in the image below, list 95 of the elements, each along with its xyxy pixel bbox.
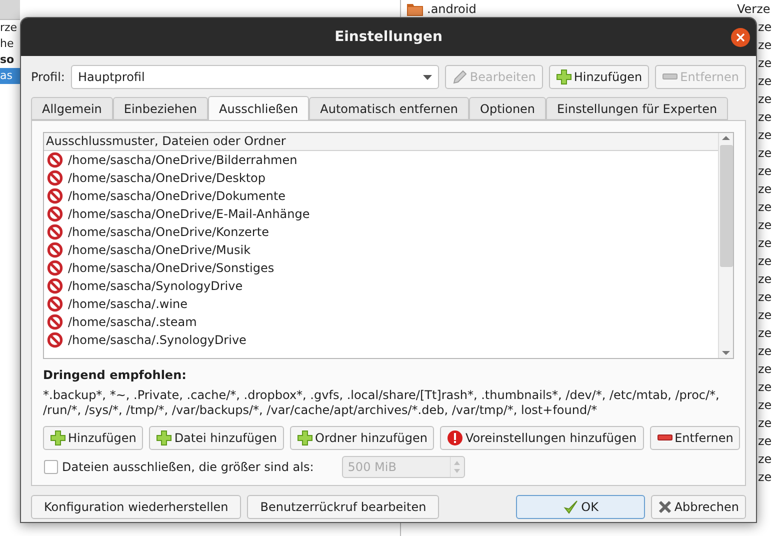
file-type: ze [758, 308, 773, 322]
list-action-button[interactable]: Entfernen [650, 426, 740, 450]
tab[interactable]: Automatisch entfernen [309, 97, 469, 120]
plus-icon [556, 69, 572, 85]
tab[interactable]: Einstellungen für Experten [546, 97, 728, 120]
tab[interactable]: Einbeziehen [112, 97, 208, 120]
file-type: ze [758, 290, 773, 304]
file-type: ze [758, 146, 773, 160]
list-action-button[interactable]: Datei hinzufügen [149, 426, 284, 450]
prohibited-icon [47, 296, 63, 312]
list-item[interactable]: /home/sascha/OneDrive/Sonstiges [68, 261, 274, 275]
footer-button[interactable]: Konfiguration wiederherstellen [31, 495, 242, 519]
plus-icon [156, 430, 172, 446]
file-type: ze [758, 398, 773, 412]
dropdown-arrow-icon [422, 74, 432, 80]
plus-icon [50, 430, 66, 446]
ok-button[interactable]: OK [516, 495, 646, 519]
file-row[interactable]: as [0, 68, 20, 84]
list-item[interactable]: /home/sascha/OneDrive/Bilderrahmen [68, 153, 298, 167]
prohibited-icon [47, 206, 63, 222]
folder-icon [407, 2, 423, 16]
cancel-button[interactable]: Abbrechen [651, 495, 746, 519]
scroll-up-icon[interactable] [722, 133, 730, 143]
prohibited-icon [47, 260, 63, 276]
file-type: ze [758, 362, 773, 376]
minus-icon [662, 73, 678, 81]
file-type: ze [758, 344, 773, 358]
scroll-down-icon[interactable] [722, 348, 730, 358]
list-item[interactable]: /home/sascha/OneDrive/Desktop [68, 171, 266, 185]
file-type: ze [758, 416, 773, 430]
section-heading: Dringend empfohlen: [43, 368, 188, 382]
file-type: ze [758, 182, 773, 196]
file-row[interactable]: he [0, 36, 20, 52]
list-item[interactable]: /home/sascha/OneDrive/Musik [68, 243, 251, 257]
file-type: ze [758, 128, 773, 142]
prohibited-icon [47, 152, 63, 168]
file-type: ze [758, 200, 773, 214]
file-type: ze [758, 326, 773, 340]
file-type: ze [758, 218, 773, 232]
list-item[interactable]: /home/sascha/.SynologyDrive [68, 333, 246, 347]
prohibited-icon [47, 242, 63, 258]
prohibited-icon [47, 278, 63, 294]
footer-button[interactable]: Benutzerrückruf bearbeiten [247, 495, 440, 519]
file-type: ze [758, 56, 773, 70]
list-item[interactable]: /home/sascha/OneDrive/Dokumente [68, 189, 286, 203]
file-type: Verze [737, 2, 772, 16]
file-name: .android [427, 2, 478, 16]
file-type: ze [758, 20, 773, 34]
file-row[interactable]: rze [0, 20, 20, 36]
file-type: ze [758, 470, 773, 484]
close-icon [658, 500, 672, 514]
file-type: ze [758, 380, 773, 394]
list-item[interactable]: /home/sascha/OneDrive/Konzerte [68, 225, 269, 239]
list-action-button[interactable]: Voreinstellungen hinzufügen [440, 426, 644, 450]
tab[interactable]: Ausschließen [208, 96, 310, 121]
checkbox-label: Dateien ausschließen, die größer sind als: [62, 460, 314, 474]
prohibited-icon [47, 224, 63, 240]
file-type: ze [758, 74, 773, 88]
check-icon [563, 499, 580, 515]
file-type: ze [758, 110, 773, 124]
list-item[interactable]: /home/sascha/.wine [68, 297, 188, 311]
tab[interactable]: Allgemein [31, 97, 113, 120]
file-type: ze [758, 164, 773, 178]
toolbar-button[interactable]: Hinzufügen [548, 65, 650, 89]
column-header[interactable]: Ausschlussmuster, Dateien oder Ordner [44, 133, 718, 151]
exclamation-icon [447, 430, 464, 446]
list-item[interactable]: /home/sascha/SynologyDrive [68, 279, 243, 293]
prohibited-icon [47, 170, 63, 186]
close-button[interactable] [731, 28, 750, 47]
pencil-icon [452, 69, 468, 85]
file-type: ze [758, 236, 773, 250]
file-type: ze [758, 92, 773, 106]
prohibited-icon [47, 188, 63, 204]
tab[interactable]: Optionen [469, 97, 546, 120]
file-type: ze [758, 452, 773, 466]
file-type: ze [758, 434, 773, 448]
plus-icon [297, 430, 314, 446]
close-icon [736, 33, 745, 42]
file-type: ze [758, 272, 773, 286]
prohibited-icon [47, 314, 63, 330]
minus-icon [656, 434, 673, 442]
profile-label: Profil: [31, 70, 65, 84]
list-action-button[interactable]: Hinzufügen [43, 426, 144, 450]
file-type: ze [758, 38, 773, 52]
window-title: Einstellungen [334, 29, 442, 45]
header-bar [0, 0, 20, 20]
file-row[interactable]: so [0, 52, 20, 68]
scrollbar[interactable] [718, 133, 733, 358]
list-item[interactable]: /home/sascha/.steam [68, 315, 197, 329]
list-item[interactable]: /home/sascha/OneDrive/E-Mail-Anhänge [68, 207, 310, 221]
profile-dropdown[interactable]: Hauptprofil [70, 65, 439, 89]
list-action-button[interactable]: Ordner hinzufügen [290, 426, 434, 450]
recommended-patterns: *.backup*, *~, .Private, .cache/*, .dropbox*, .gvfs, .local/share/[Tt]rash*, .thumbnails*, /dev/*, /etc/mtab, /proc/*, /run/*, /sys/*, /tmp/*, /var/backups/*, /var/cache/apt/archives/*.deb, /var/tmp/*, lost+found/* [43, 388, 720, 418]
prohibited-icon [47, 332, 63, 348]
file-type: ze [758, 254, 773, 268]
